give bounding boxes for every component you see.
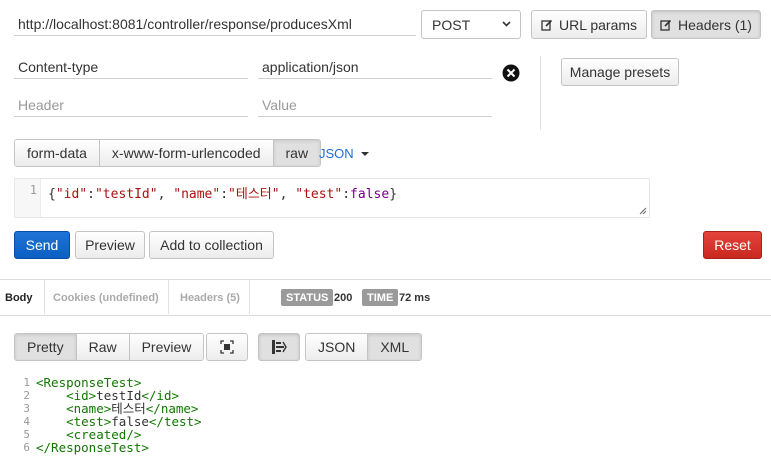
remove-header-icon[interactable] <box>502 64 520 82</box>
headers-toggle-button[interactable]: Headers (1) <box>651 10 761 39</box>
fullscreen-icon <box>220 340 234 354</box>
editor-line-number: 1 <box>29 183 37 197</box>
method-value: POST <box>432 16 471 33</box>
response-tab-body[interactable]: Body <box>5 292 33 304</box>
code-line-text: </ResponseTest> <box>36 440 149 455</box>
url-params-label: URL params <box>558 16 638 33</box>
view-raw[interactable]: Raw <box>75 334 129 360</box>
response-tab-cookies[interactable]: Cookies (undefined) <box>53 292 159 304</box>
header-value-input[interactable] <box>258 55 492 79</box>
preview-button[interactable]: Preview <box>75 231 145 259</box>
time-badge: TIME <box>362 289 399 306</box>
section-divider <box>0 315 771 316</box>
new-header-key-input[interactable] <box>14 93 248 117</box>
caret-down-icon <box>360 151 369 156</box>
status-badge: STATUS <box>281 289 334 306</box>
raw-format-dropdown[interactable]: JSON <box>319 146 370 161</box>
raw-format-value: JSON <box>319 146 354 161</box>
code-line-number: 4 <box>23 415 30 428</box>
resize-grip-icon[interactable] <box>638 206 647 215</box>
format-json[interactable]: JSON <box>306 334 368 360</box>
body-type-form-data[interactable]: form-data <box>15 140 99 166</box>
wrap-lines-button[interactable] <box>258 333 300 361</box>
divider <box>168 280 169 314</box>
view-preview[interactable]: Preview <box>128 334 204 360</box>
reset-button[interactable]: Reset <box>703 231 762 259</box>
divider <box>540 56 541 130</box>
response-body: 1 <ResponseTest> 2 <id>testId</id> 3 <name>… <box>14 376 771 454</box>
url-params-button[interactable]: URL params <box>531 10 647 39</box>
section-divider <box>0 279 771 280</box>
chevron-down-icon <box>502 21 511 27</box>
new-header-value-input[interactable] <box>258 93 492 117</box>
add-to-collection-label: Add to collection <box>160 237 263 253</box>
edit-icon <box>541 19 553 31</box>
code-line-number: 3 <box>23 402 30 415</box>
code-line-number: 5 <box>23 428 30 441</box>
response-format-tabs: JSON XML <box>305 333 423 361</box>
manage-presets-button[interactable]: Manage presets <box>561 58 679 86</box>
code-line-number: 2 <box>23 389 30 402</box>
edit-icon <box>660 19 672 31</box>
divider <box>249 280 250 314</box>
add-to-collection-button[interactable]: Add to collection <box>149 231 274 259</box>
format-xml[interactable]: XML <box>367 334 422 360</box>
body-type-raw[interactable]: raw <box>272 140 321 166</box>
manage-presets-label: Manage presets <box>569 64 671 80</box>
code-line-number: 6 <box>23 441 30 454</box>
view-pretty[interactable]: Pretty <box>15 334 76 360</box>
status-value: 200 <box>334 292 353 304</box>
method-select[interactable]: POST <box>421 10 521 39</box>
reset-label: Reset <box>714 237 751 253</box>
body-type-urlencoded[interactable]: x-www-form-urlencoded <box>98 140 273 166</box>
header-key-input[interactable] <box>14 55 248 79</box>
wrap-lines-icon <box>272 340 287 354</box>
divider <box>44 280 45 314</box>
response-tab-headers[interactable]: Headers (5) <box>180 292 240 304</box>
body-type-tabs: form-data x-www-form-urlencoded raw <box>14 139 322 167</box>
preview-label: Preview <box>85 237 135 253</box>
code-line-number: 1 <box>23 376 30 389</box>
headers-toggle-label: Headers (1) <box>678 16 752 33</box>
response-view-tabs: Pretty Raw Preview <box>14 333 205 361</box>
send-button[interactable]: Send <box>14 231 70 259</box>
time-value: 72 ms <box>399 292 431 304</box>
raw-body-editor[interactable]: 1 {"id":"testId", "name":"테스터", "test":f… <box>14 178 650 218</box>
send-label: Send <box>25 237 59 253</box>
url-input[interactable] <box>14 12 416 36</box>
code-line: 6 </ResponseTest> <box>14 441 771 454</box>
editor-code[interactable]: {"id":"testId", "name":"테스터", "test":fal… <box>48 183 397 202</box>
fullscreen-button[interactable] <box>206 333 248 361</box>
